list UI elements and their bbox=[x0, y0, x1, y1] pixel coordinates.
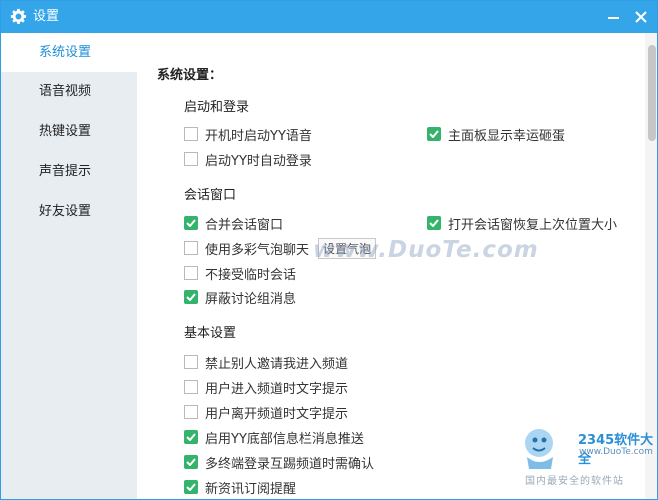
option-label: 打开会话窗恢复上次位置大小 bbox=[448, 217, 618, 233]
sidebar-item-system[interactable]: 系统设置 bbox=[1, 33, 137, 72]
check-icon[interactable] bbox=[184, 455, 198, 469]
group-title-startup: 启动和登录 bbox=[184, 100, 250, 115]
option-label: 新资讯订阅提醒 bbox=[205, 481, 297, 497]
checkbox[interactable] bbox=[184, 355, 198, 369]
checkbox[interactable] bbox=[184, 405, 198, 419]
gear-icon bbox=[10, 8, 27, 24]
option-label: 屏蔽讨论组消息 bbox=[205, 291, 297, 307]
option-label: 启用YY底部信息栏消息推送 bbox=[205, 431, 364, 447]
option-multi-terminal-confirm[interactable]: 多终端登录互踢频道时需确认 bbox=[184, 453, 375, 472]
checkbox[interactable] bbox=[184, 241, 198, 255]
minimize-icon[interactable] bbox=[603, 7, 623, 27]
option-restore-position[interactable]: 打开会话窗恢复上次位置大小 bbox=[427, 214, 618, 233]
sidebar-item-hotkeys[interactable]: 热键设置 bbox=[1, 112, 137, 151]
option-label: 启动YY时自动登录 bbox=[205, 153, 312, 169]
option-reject-temp-chat[interactable]: 不接受临时会话 bbox=[184, 264, 297, 283]
option-bottom-bar-push[interactable]: 启用YY底部信息栏消息推送 bbox=[184, 428, 364, 447]
scrollbar-thumb[interactable] bbox=[648, 45, 656, 141]
checkbox[interactable] bbox=[184, 380, 198, 394]
title-bar: 设置 bbox=[1, 1, 657, 33]
brand-tagline: 国内最安全的软件站 bbox=[525, 476, 624, 487]
page-title: 系统设置： bbox=[157, 68, 223, 83]
option-join-notice[interactable]: 用户进入频道时文字提示 bbox=[184, 378, 349, 397]
sidebar: 系统设置 语音视频 热键设置 声音提示 好友设置 bbox=[1, 33, 137, 499]
option-label: 禁止别人邀请我进入频道 bbox=[205, 356, 349, 372]
window-title: 设置 bbox=[33, 9, 60, 24]
option-block-group-msgs[interactable]: 屏蔽讨论组消息 bbox=[184, 288, 297, 307]
close-icon[interactable] bbox=[631, 7, 651, 27]
option-label: 合并会话窗口 bbox=[205, 217, 284, 233]
brand-url: www.DuoTe.com bbox=[579, 447, 653, 457]
option-label: 用户进入频道时文字提示 bbox=[205, 381, 349, 397]
watermark-site: www.DuoTe.com bbox=[313, 237, 539, 263]
option-auto-login[interactable]: 启动YY时自动登录 bbox=[184, 150, 312, 169]
option-block-invites[interactable]: 禁止别人邀请我进入频道 bbox=[184, 353, 349, 372]
option-lucky-egg[interactable]: 主面板显示幸运砸蛋 bbox=[427, 125, 566, 144]
option-label: 用户离开频道时文字提示 bbox=[205, 406, 349, 422]
option-label: 多终端登录互踢频道时需确认 bbox=[205, 456, 375, 472]
option-color-bubbles[interactable]: 使用多彩气泡聊天 bbox=[184, 239, 310, 258]
checkbox[interactable] bbox=[184, 152, 198, 166]
option-label: 不接受临时会话 bbox=[205, 267, 297, 283]
checkbox[interactable] bbox=[184, 266, 198, 280]
option-label: 主面板显示幸运砸蛋 bbox=[448, 128, 566, 144]
sidebar-item-voice-video[interactable]: 语音视频 bbox=[1, 72, 137, 111]
option-label: 使用多彩气泡聊天 bbox=[205, 242, 310, 258]
check-icon[interactable] bbox=[184, 290, 198, 304]
settings-window: 设置 系统设置 语音视频 热键设置 声音提示 好友设置 系统设置： 启动和登录 … bbox=[0, 0, 658, 500]
check-icon[interactable] bbox=[184, 480, 198, 494]
option-leave-notice[interactable]: 用户离开频道时文字提示 bbox=[184, 403, 349, 422]
sidebar-item-friends[interactable]: 好友设置 bbox=[1, 192, 137, 231]
option-merge-windows[interactable]: 合并会话窗口 bbox=[184, 214, 284, 233]
group-title-basic: 基本设置 bbox=[184, 326, 237, 341]
check-icon[interactable] bbox=[184, 216, 198, 230]
option-autostart[interactable]: 开机时启动YY语音 bbox=[184, 125, 312, 144]
option-label: 开机时启动YY语音 bbox=[205, 128, 312, 144]
group-title-chat-window: 会话窗口 bbox=[184, 188, 237, 203]
check-icon[interactable] bbox=[184, 430, 198, 444]
option-news-subscription[interactable]: 新资讯订阅提醒 bbox=[184, 478, 297, 497]
sidebar-item-sound[interactable]: 声音提示 bbox=[1, 152, 137, 191]
checkbox[interactable] bbox=[184, 127, 198, 141]
check-icon[interactable] bbox=[427, 127, 441, 141]
check-icon[interactable] bbox=[427, 216, 441, 230]
